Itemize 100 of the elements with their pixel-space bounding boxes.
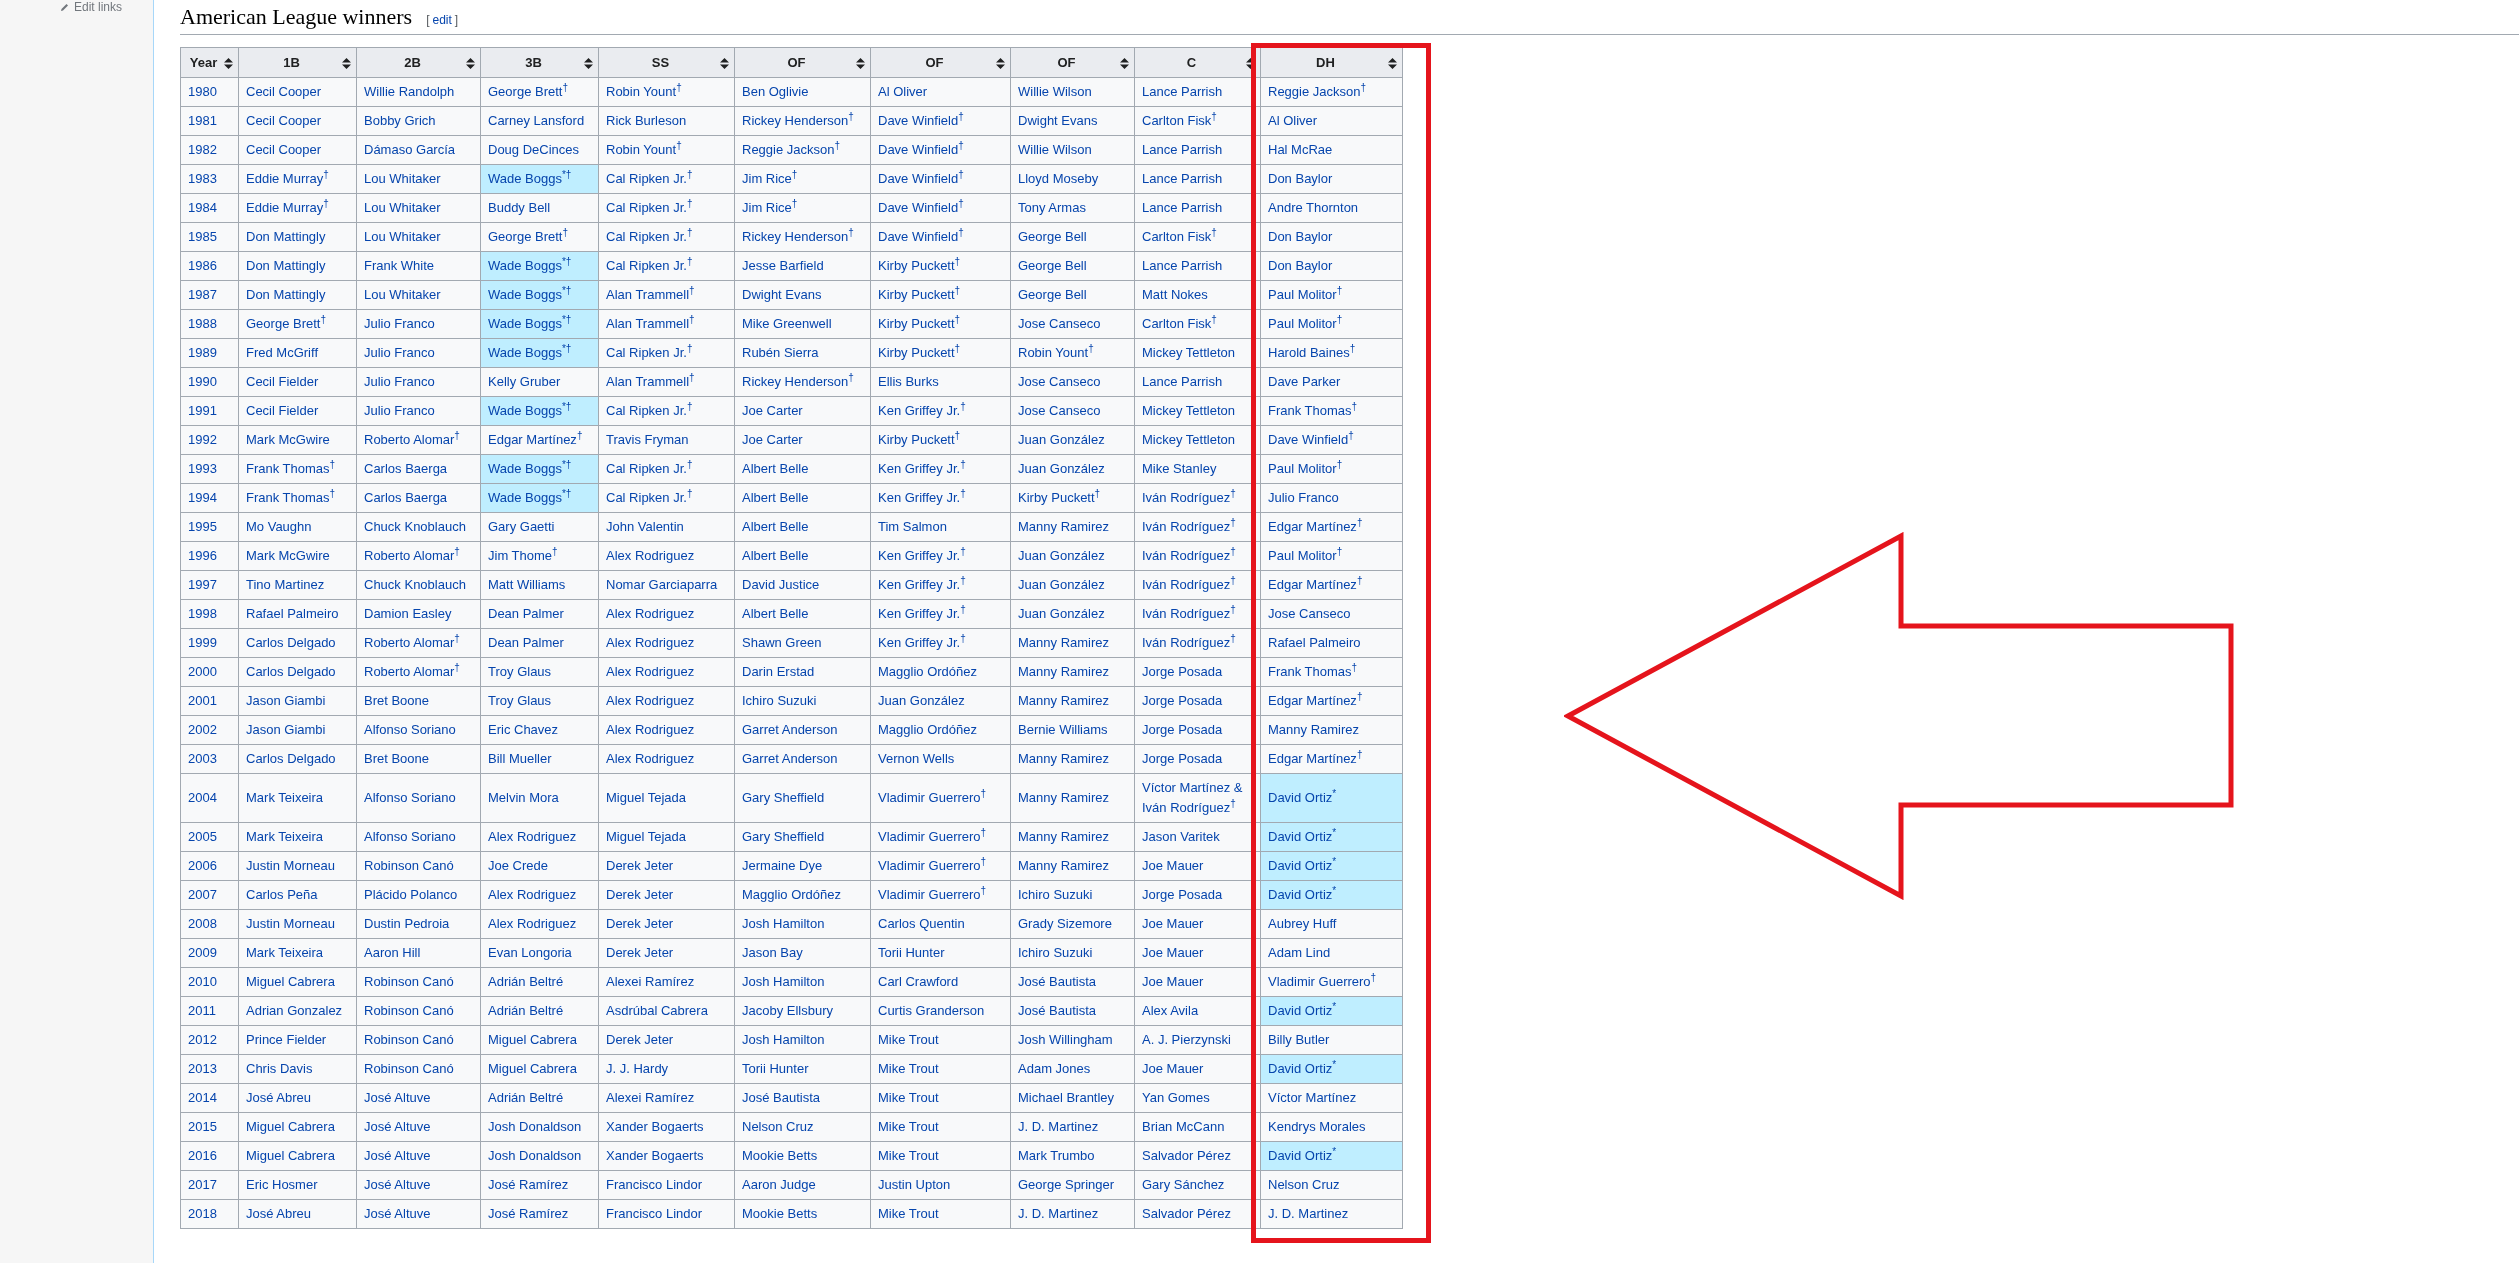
table-cell: Albert Belle: [734, 512, 871, 542]
table-cell: George Bell: [1010, 280, 1135, 310]
edit-links-link[interactable]: Edit links: [74, 0, 123, 14]
column-header[interactable]: DH: [1260, 47, 1403, 78]
table-cell: Ellis Burks: [870, 367, 1011, 397]
table-cell: Reggie Jackson$^{†}$: [734, 135, 871, 165]
table-cell: Willie Wilson: [1010, 135, 1135, 165]
column-header[interactable]: 1B: [238, 47, 357, 78]
table-cell: Jose Canseco: [1260, 599, 1403, 629]
table-cell: José Altuve: [356, 1083, 481, 1113]
table-cell: 1998: [180, 599, 239, 629]
table-cell: Jorge Posada: [1134, 686, 1261, 716]
table-cell: Mike Stanley: [1134, 454, 1261, 484]
table-cell: Mike Greenwell: [734, 309, 871, 339]
table-cell: Ken Griffey Jr.$^{†}$: [870, 396, 1011, 426]
table-cell: Eric Hosmer: [238, 1170, 357, 1200]
table-cell: Mark Teixeira: [238, 822, 357, 852]
table-cell: J. D. Martinez: [1010, 1199, 1135, 1229]
column-header[interactable]: OF: [734, 47, 871, 78]
table-cell: Shawn Green: [734, 628, 871, 658]
table-cell: Rickey Henderson$^{†}$: [734, 367, 871, 397]
table-cell: Troy Glaus: [480, 686, 599, 716]
table-cell: Mookie Betts: [734, 1199, 871, 1229]
column-header[interactable]: C: [1134, 47, 1261, 78]
table-cell: Don Mattingly: [238, 251, 357, 281]
table-cell: José Ramírez: [480, 1199, 599, 1229]
table-cell: 2001: [180, 686, 239, 716]
table-cell: Lloyd Moseby: [1010, 164, 1135, 194]
table-cell: 2007: [180, 880, 239, 910]
table-cell: José Abreu: [238, 1083, 357, 1113]
table-cell: Mark Trumbo: [1010, 1141, 1135, 1171]
table-cell: Yan Gomes: [1134, 1083, 1261, 1113]
table-cell: José Altuve: [356, 1199, 481, 1229]
edit-link[interactable]: edit: [432, 13, 452, 27]
table-cell: Frank Thomas$^{†}$: [1260, 657, 1403, 687]
table-cell: Wade Boggs$^{*†}$: [480, 280, 599, 310]
table-cell: 1984: [180, 193, 239, 223]
table-cell: Kirby Puckett$^{†}$: [870, 280, 1011, 310]
table-cell: Asdrúbal Cabrera: [598, 996, 735, 1026]
table-cell: Garret Anderson: [734, 715, 871, 745]
table-cell: Miguel Tejada: [598, 822, 735, 852]
table-cell: Vladimir Guerrero$^{†}$: [870, 773, 1011, 823]
table-cell: Jorge Posada: [1134, 657, 1261, 687]
table-cell: Jermaine Dye: [734, 851, 871, 881]
table-cell: Kelly Gruber: [480, 367, 599, 397]
table-cell: Miguel Cabrera: [238, 1112, 357, 1142]
table-cell: 2006: [180, 851, 239, 881]
table-cell: Billy Butler: [1260, 1025, 1403, 1055]
table-cell: Jose Canseco: [1010, 396, 1135, 426]
table-cell: Tim Salmon: [870, 512, 1011, 542]
sort-icon: [1388, 58, 1397, 69]
table-cell: Cal Ripken Jr.$^{†}$: [598, 164, 735, 194]
table-cell: Vladimir Guerrero$^{†}$: [870, 822, 1011, 852]
table-cell: 2017: [180, 1170, 239, 1200]
table-cell: 1987: [180, 280, 239, 310]
table-cell: Julio Franco: [1260, 483, 1403, 513]
table-cell: Wade Boggs$^{*†}$: [480, 251, 599, 281]
table-cell: Mike Trout: [870, 1112, 1011, 1142]
table-cell: David Ortiz$^{*}$: [1260, 1054, 1403, 1084]
table-cell: Buddy Bell: [480, 193, 599, 223]
table-cell: Melvin Mora: [480, 773, 599, 823]
table-cell: Jorge Posada: [1134, 715, 1261, 745]
column-header[interactable]: OF: [1010, 47, 1135, 78]
table-cell: Brian McCann: [1134, 1112, 1261, 1142]
table-cell: Prince Fielder: [238, 1025, 357, 1055]
table-cell: David Ortiz$^{*}$: [1260, 851, 1403, 881]
table-cell: Mike Trout: [870, 1025, 1011, 1055]
table-cell: Carlton Fisk$^{†}$: [1134, 106, 1261, 136]
table-cell: David Ortiz$^{*}$: [1260, 996, 1403, 1026]
table-cell: Jim Rice$^{†}$: [734, 193, 871, 223]
table-cell: Juan González: [1010, 425, 1135, 455]
column-header[interactable]: SS: [598, 47, 735, 78]
table-cell: Adrian Gonzalez: [238, 996, 357, 1026]
table-cell: Eric Chavez: [480, 715, 599, 745]
table-cell: 2009: [180, 938, 239, 968]
table-cell: Frank Thomas$^{†}$: [238, 483, 357, 513]
table-cell: Carlos Delgado: [238, 628, 357, 658]
column-header[interactable]: OF: [870, 47, 1011, 78]
table-cell: Cecil Cooper: [238, 106, 357, 136]
table-cell: Wade Boggs$^{*†}$: [480, 483, 599, 513]
table-cell: Cal Ripken Jr.$^{†}$: [598, 193, 735, 223]
sort-icon: [1120, 58, 1129, 69]
column-header[interactable]: 3B: [480, 47, 599, 78]
table-cell: Mark McGwire: [238, 541, 357, 571]
column-header[interactable]: Year: [180, 47, 239, 78]
table-cell: 2010: [180, 967, 239, 997]
table-cell: Aaron Hill: [356, 938, 481, 968]
table-cell: Bret Boone: [356, 686, 481, 716]
table-cell: Ken Griffey Jr.$^{†}$: [870, 541, 1011, 571]
table-cell: Nomar Garciaparra: [598, 570, 735, 600]
table-cell: Mickey Tettleton: [1134, 396, 1261, 426]
table-cell: 2016: [180, 1141, 239, 1171]
table-cell: Alex Rodriguez: [480, 822, 599, 852]
table-cell: Alex Rodriguez: [598, 541, 735, 571]
table-cell: Mark McGwire: [238, 425, 357, 455]
column-header[interactable]: 2B: [356, 47, 481, 78]
table-cell: Paul Molitor$^{†}$: [1260, 454, 1403, 484]
table-cell: Miguel Cabrera: [480, 1054, 599, 1084]
table-cell: Kirby Puckett$^{†}$: [1010, 483, 1135, 513]
table-cell: 2005: [180, 822, 239, 852]
